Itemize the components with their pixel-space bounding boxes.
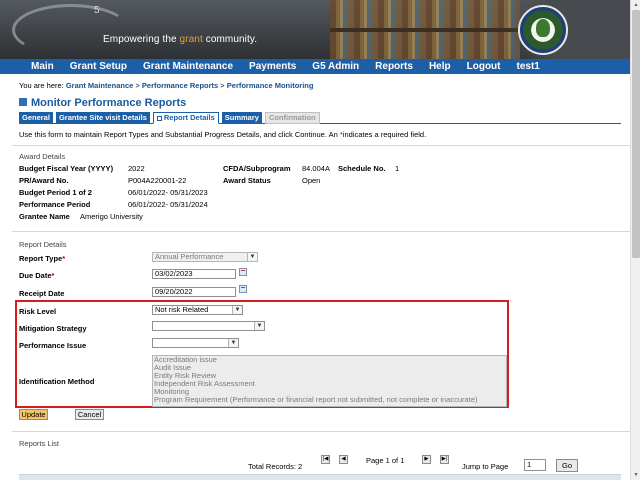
calendar-icon[interactable] <box>239 285 247 293</box>
award-status-label: Award Status <box>223 176 271 185</box>
nav-g5-admin[interactable]: G5 Admin <box>304 61 367 72</box>
update-button[interactable]: Update <box>19 409 48 420</box>
chevron-down-icon: ▼ <box>254 322 264 330</box>
budget-fiscal-year-value: 2022 <box>128 164 145 173</box>
main-nav: Main Grant Setup Grant Maintenance Payme… <box>0 59 630 74</box>
tab-summary[interactable]: Summary <box>221 112 262 124</box>
risk-level-label: Risk Level <box>19 307 57 316</box>
grantee-name-value: Amerigo University <box>80 212 143 221</box>
go-button[interactable]: Go <box>556 459 578 472</box>
jump-page-input[interactable]: 1 <box>524 459 546 471</box>
nav-main[interactable]: Main <box>0 61 62 72</box>
cfda-label: CFDA/Subprogram <box>223 164 291 173</box>
nav-reports[interactable]: Reports <box>367 61 421 72</box>
scroll-up-icon[interactable]: ▲ <box>632 1 640 9</box>
breadcrumb-performance-reports[interactable]: Performance Reports <box>142 81 218 90</box>
cancel-button[interactable]: Cancel <box>75 409 104 420</box>
divider <box>12 231 630 232</box>
chevron-down-icon: ▼ <box>232 306 242 314</box>
nav-payments[interactable]: Payments <box>241 61 304 72</box>
logo-superscript: 5 <box>94 5 100 16</box>
report-details-heading: Report Details <box>19 240 67 249</box>
chevron-down-icon: ▼ <box>228 339 238 347</box>
budget-fiscal-year-label: Budget Fiscal Year (YYYY) <box>19 164 114 173</box>
award-details-heading: Award Details <box>19 152 66 161</box>
header-banner: 5 Empowering the grant community. <box>0 0 630 59</box>
bookshelf-image <box>330 0 520 59</box>
prev-page-icon[interactable]: ◀ <box>339 455 348 464</box>
nav-help[interactable]: Help <box>421 61 459 72</box>
performance-period-value: 06/01/2022- 05/31/2024 <box>128 200 208 209</box>
pr-award-label: PR/Award No. <box>19 176 69 185</box>
budget-period-label: Budget Period 1 of 2 <box>19 188 92 197</box>
chevron-down-icon: ▼ <box>247 253 257 261</box>
jump-to-page-label: Jump to Page <box>462 462 509 471</box>
mitigation-strategy-select[interactable]: ▼ <box>152 321 265 331</box>
performance-period-label: Performance Period <box>19 200 91 209</box>
title-square-icon <box>19 98 27 106</box>
schedule-label: Schedule No. <box>338 164 386 173</box>
nav-grant-setup[interactable]: Grant Setup <box>62 61 135 72</box>
scroll-down-icon[interactable]: ▼ <box>632 471 640 479</box>
page-title: Monitor Performance Reports <box>19 97 186 109</box>
list-item: Accreditation issue <box>154 355 217 364</box>
tab-grantee-site-visit[interactable]: Grantee Site visit Details <box>55 112 150 124</box>
last-page-icon[interactable]: ▶| <box>440 455 449 464</box>
performance-issue-label: Performance Issue <box>19 341 87 350</box>
budget-period-value: 06/01/2022- 05/31/2023 <box>128 188 208 197</box>
nav-logout[interactable]: Logout <box>459 61 509 72</box>
tab-report-details[interactable]: Report Details <box>152 112 219 124</box>
grantee-name-label: Grantee Name <box>19 212 70 221</box>
scrollbar-thumb[interactable] <box>632 10 640 258</box>
breadcrumb-performance-monitoring[interactable]: Performance Monitoring <box>227 81 314 90</box>
due-date-input[interactable]: 03/02/2023 <box>152 269 236 279</box>
total-records: Total Records: 2 <box>248 462 303 471</box>
cfda-value: 84.004A <box>302 164 330 173</box>
tab-confirmation: Confirmation <box>264 112 320 124</box>
identification-method-list: Accreditation issue Audit Issue Entity R… <box>152 355 507 407</box>
reports-list-heading: Reports List <box>19 439 60 448</box>
vertical-scrollbar[interactable]: ▲ ▼ <box>630 0 640 480</box>
risk-level-select[interactable]: Not risk Related ▼ <box>152 305 243 315</box>
breadcrumb-grant-maintenance[interactable]: Grant Maintenance <box>66 81 134 90</box>
breadcrumb: You are here: Grant Maintenance > Perfor… <box>19 81 314 90</box>
tab-bar: General Grantee Site visit Details Repor… <box>19 112 621 124</box>
due-date-label: Due Date* <box>19 271 55 280</box>
tab-general[interactable]: General <box>19 112 53 124</box>
first-page-icon[interactable]: |◀ <box>321 455 330 464</box>
reports-table-header <box>19 474 621 480</box>
tab-page-icon <box>156 115 162 121</box>
receipt-date-input[interactable]: 09/20/2022 <box>152 287 236 297</box>
report-type-select: Annual Performance ▼ <box>152 252 258 262</box>
divider <box>12 145 630 146</box>
report-type-label: Report Type* <box>19 254 66 263</box>
schedule-value: 1 <box>395 164 400 173</box>
pr-award-value: P004A220001-22 <box>128 176 187 185</box>
department-seal-icon <box>518 5 568 55</box>
instructions: Use this form to maintain Report Types a… <box>19 130 427 139</box>
divider <box>12 431 630 432</box>
next-page-icon[interactable]: ▶ <box>422 455 431 464</box>
identification-method-label: Identification Method <box>19 377 95 386</box>
g5-logo <box>12 4 130 56</box>
tagline: Empowering the grant community. <box>103 34 258 45</box>
list-item: Independent Risk Assessment <box>154 379 255 388</box>
list-item: Program Requirement (Performance or fina… <box>154 395 478 404</box>
nav-grant-maintenance[interactable]: Grant Maintenance <box>135 61 241 72</box>
mitigation-strategy-label: Mitigation Strategy <box>19 324 87 333</box>
award-status-value: Open <box>302 176 321 185</box>
page-indicator: Page 1 of 1 <box>366 456 405 465</box>
receipt-date-label: Receipt Date <box>19 289 65 298</box>
performance-issue-select[interactable]: ▼ <box>152 338 239 348</box>
nav-user[interactable]: test1 <box>509 61 548 72</box>
calendar-icon[interactable] <box>239 268 247 276</box>
